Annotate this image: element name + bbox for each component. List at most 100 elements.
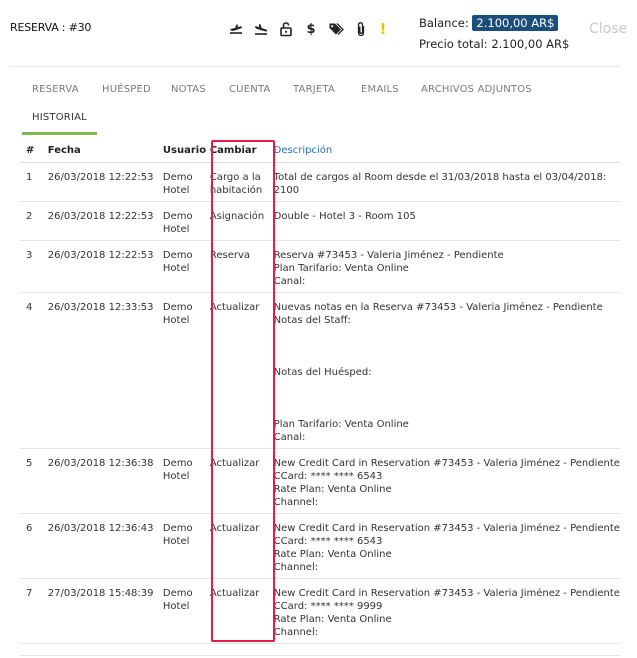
row-user: Demo Hotel xyxy=(162,513,210,579)
table-row: 6 26/03/2018 12:36:43 Demo Hotel Actualizar N… xyxy=(20,513,620,579)
row-description-line: Rate Plan: Venta Online xyxy=(273,483,392,495)
table-bottom-border xyxy=(20,655,620,656)
unlock-icon[interactable] xyxy=(278,21,294,37)
dollar-icon[interactable]: $ xyxy=(303,21,319,37)
row-description-line xyxy=(274,353,620,366)
row-number: 6 xyxy=(20,513,48,579)
row-date: 26/03/2018 12:22:53 xyxy=(47,201,163,241)
row-description: Reserva #73453 - Valeria Jiménez - Pendi… xyxy=(273,240,620,293)
tab-huesped[interactable]: HUÉSPED xyxy=(102,84,151,95)
row-description-line: Rate Plan: Venta Online xyxy=(273,548,392,560)
tabs-divider xyxy=(10,66,620,67)
row-description-line: CCard: **** **** 9999 xyxy=(273,600,383,612)
row-description: New Credit Card in Reservation #73453 - … xyxy=(273,448,620,514)
row-description: New Credit Card in Reservation #73453 - … xyxy=(273,513,620,579)
row-description-line xyxy=(274,379,620,392)
row-change-line: Cargo a la xyxy=(209,171,261,183)
reservation-header: RESERVA : #30 $ ! Balance: 2.100,00 AR$ … xyxy=(0,0,637,60)
row-user-line: Demo xyxy=(162,301,193,313)
row-description-line: Plan Tarifario: Venta Online xyxy=(273,418,409,430)
toolbar: $ ! xyxy=(228,20,388,38)
row-number: 5 xyxy=(20,448,48,514)
tab-emails[interactable]: EMAILS xyxy=(361,84,399,95)
row-user: Demo Hotel xyxy=(162,162,210,202)
total-price: Precio total: 2.100,00 AR$ xyxy=(419,37,570,51)
row-description-line: Nuevas notas en la Reserva #73453 - Vale… xyxy=(273,301,603,313)
tab-archivos-adjuntos[interactable]: ARCHIVOS ADJUNTOS xyxy=(421,84,532,95)
row-description-line: Channel: xyxy=(273,626,319,638)
row-change-line: habitación xyxy=(209,184,263,196)
tab-historial[interactable]: HISTORIAL xyxy=(32,112,87,123)
row-number: 4 xyxy=(20,292,48,449)
header-descripcion[interactable]: Descripción xyxy=(273,140,620,163)
row-description: Nuevas notas en la Reserva #73453 - Vale… xyxy=(273,292,620,449)
exclamation-icon[interactable]: ! xyxy=(378,20,388,38)
row-date: 27/03/2018 15:48:39 xyxy=(47,578,163,644)
table-row: 2 26/03/2018 12:22:53 Demo Hotel Asignación D… xyxy=(20,201,620,241)
row-date: 26/03/2018 12:36:43 xyxy=(47,513,163,579)
row-change-line: Actualizar xyxy=(209,457,260,469)
header-usuario[interactable]: Usuario xyxy=(162,140,210,163)
row-user-line: Demo xyxy=(162,587,193,599)
row-user-line: Demo xyxy=(162,171,193,183)
row-description-line xyxy=(274,392,620,405)
row-user-line: Demo xyxy=(162,249,193,261)
tab-reserva[interactable]: RESERVA xyxy=(32,84,79,95)
row-change-type: Actualizar xyxy=(209,578,274,644)
row-description-line xyxy=(274,327,620,340)
table-row: 4 26/03/2018 12:33:53 Demo Hotel Actualizar N… xyxy=(20,292,620,449)
row-description-line: Canal: xyxy=(273,275,306,287)
header-num[interactable]: # xyxy=(20,140,48,163)
row-description-line: New Credit Card in Reservation #73453 - … xyxy=(273,522,620,534)
header-cambiar[interactable]: Cambiar xyxy=(209,140,274,163)
row-change-type: Reserva xyxy=(209,240,274,293)
balance-amount-badge: 2.100,00 AR$ xyxy=(472,15,559,31)
row-number: 7 xyxy=(20,578,48,644)
row-user: Demo Hotel xyxy=(162,292,210,449)
plane-arrival-icon[interactable] xyxy=(253,21,269,37)
row-user-line: Hotel xyxy=(162,184,190,196)
row-change-line: Asignación xyxy=(209,210,265,222)
row-change-type: Actualizar xyxy=(209,448,274,514)
tags-icon[interactable] xyxy=(328,21,344,37)
row-change-type: Actualizar xyxy=(209,513,274,579)
row-user-line: Hotel xyxy=(162,314,190,326)
row-description-line: CCard: **** **** 6543 xyxy=(273,535,383,547)
row-user-line: Hotel xyxy=(162,535,190,547)
row-change-type: Asignación xyxy=(209,201,274,241)
header-fecha[interactable]: Fecha xyxy=(47,140,163,163)
row-description-line xyxy=(274,340,620,353)
row-description: New Credit Card in Reservation #73453 - … xyxy=(273,578,620,644)
row-date: 26/03/2018 12:33:53 xyxy=(47,292,163,449)
row-description-line: New Credit Card in Reservation #73453 - … xyxy=(273,587,620,599)
row-description-line: 2100 xyxy=(273,184,300,196)
active-tab-indicator xyxy=(22,132,97,135)
tab-notas[interactable]: NOTAS xyxy=(171,84,206,95)
row-user-line: Hotel xyxy=(162,223,190,235)
row-user-line: Demo xyxy=(162,522,193,534)
row-description-line xyxy=(274,405,620,418)
row-description-line: Notas del Staff: xyxy=(273,314,351,326)
row-description-line: New Credit Card in Reservation #73453 - … xyxy=(273,457,620,469)
row-description-line: CCard: **** **** 6543 xyxy=(273,470,383,482)
row-number: 1 xyxy=(20,162,48,202)
row-description: Total de cargos al Room desde el 31/03/2… xyxy=(273,162,620,202)
row-description-line: Notas del Huésped: xyxy=(273,366,372,378)
row-description-line: Channel: xyxy=(273,561,319,573)
row-user-line: Hotel xyxy=(162,262,190,274)
close-button[interactable]: Close xyxy=(589,21,627,37)
row-change-line: Actualizar xyxy=(209,301,260,313)
row-change-type: Actualizar xyxy=(209,292,274,449)
row-change-line: Actualizar xyxy=(209,587,260,599)
row-number: 3 xyxy=(20,240,48,293)
table-row: 3 26/03/2018 12:22:53 Demo Hotel Reserva Rese… xyxy=(20,240,620,293)
plane-departure-icon[interactable] xyxy=(228,21,244,37)
row-date: 26/03/2018 12:22:53 xyxy=(47,240,163,293)
row-description-line: Canal: xyxy=(273,431,306,443)
tab-cuenta[interactable]: CUENTA xyxy=(229,84,270,95)
tab-tarjeta[interactable]: TARJETA xyxy=(293,84,335,95)
row-user: Demo Hotel xyxy=(162,578,210,644)
row-description: Double - Hotel 3 - Room 105 xyxy=(273,201,620,241)
row-user-line: Demo xyxy=(162,210,193,222)
paperclip-icon[interactable] xyxy=(353,21,369,37)
